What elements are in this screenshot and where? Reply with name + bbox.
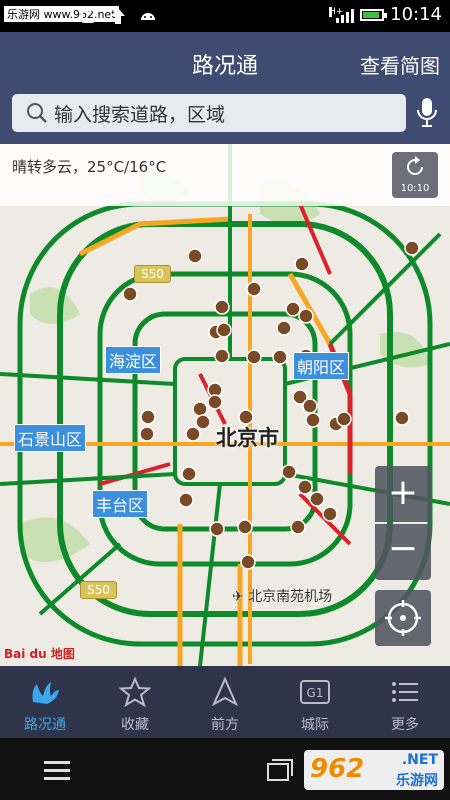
zoom-in-button[interactable]: + [375, 466, 431, 522]
site-watermark: 962 .NET 乐游网 [304, 750, 444, 790]
system-nav-bar: 962 .NET 乐游网 [0, 738, 450, 800]
traffic-hand-icon [32, 682, 59, 704]
watermark-net: .NET [401, 752, 438, 768]
refresh-icon [407, 156, 423, 175]
refresh-time: 10:10 [400, 183, 430, 194]
highway-badge: G1 [307, 686, 324, 700]
arrow-up-icon [211, 676, 239, 707]
recent-apps-icon[interactable] [266, 758, 294, 782]
menu-icon[interactable] [44, 760, 70, 780]
bottom-tab-bar: 路况通 收藏 前方 G1 城际 更多 [0, 666, 450, 738]
map-roads [0, 144, 450, 666]
city-label: 北京市 [216, 426, 279, 450]
tab-ahead[interactable]: 前方 [180, 666, 270, 738]
traffic-map[interactable]: 晴转多云，25°C/16°C 10:10 S50 S50 海淀区 朝阳区 石景山… [0, 144, 450, 666]
road-shield: S50 [134, 265, 171, 283]
clock: 10:14 [390, 4, 442, 25]
app-header: 路况通 查看简图 输入搜索道路，区域 [0, 32, 450, 144]
star-icon [119, 676, 151, 708]
district-label-fengtai[interactable]: 丰台区 [92, 490, 149, 518]
baidu-logo: Bai du 地图 [4, 647, 75, 661]
tab-label: 路况通 [24, 717, 66, 733]
search-input[interactable]: 输入搜索道路，区域 [12, 94, 406, 132]
watermark-logo: 962 [310, 754, 365, 784]
weather-bar: 晴转多云，25°C/16°C 10:10 [0, 144, 450, 206]
tab-label: 城际 [301, 717, 329, 733]
battery-icon [360, 8, 388, 21]
airport-label: ✈ 北京南苑机场 [232, 589, 333, 605]
weather-text: 晴转多云，25°C/16°C [12, 158, 167, 176]
microphone-icon[interactable] [414, 94, 440, 132]
status-bar: 乐游网 www.962.net H+ 10:14 [0, 0, 450, 32]
tab-label: 更多 [391, 717, 419, 733]
tab-label: 前方 [211, 717, 239, 733]
zoom-out-button[interactable]: − [375, 524, 431, 580]
list-icon [392, 682, 418, 702]
usb-icon [81, 9, 95, 23]
search-placeholder: 输入搜索道路，区域 [54, 103, 226, 126]
tab-more[interactable]: 更多 [360, 666, 450, 738]
tab-traffic[interactable]: 路况通 [0, 666, 90, 738]
notification-icons [78, 6, 158, 26]
search-icon [27, 103, 47, 123]
network-type: H+ [329, 6, 344, 17]
android-icon [141, 13, 155, 20]
overview-button[interactable]: 查看简图 [360, 50, 440, 79]
district-label-haidian[interactable]: 海淀区 [105, 346, 162, 374]
refresh-button[interactable]: 10:10 [392, 152, 438, 198]
tab-favorites[interactable]: 收藏 [90, 666, 180, 738]
locate-button[interactable] [375, 590, 431, 646]
watermark-site: 乐游网 [396, 773, 438, 789]
district-label-chaoyang[interactable]: 朝阳区 [293, 352, 350, 380]
tab-intercity[interactable]: G1 城际 [270, 666, 360, 738]
download-icon [111, 8, 125, 24]
signal-icon: H+ [329, 6, 355, 23]
airport-name: 北京南苑机场 [248, 589, 333, 605]
tab-label: 收藏 [121, 717, 149, 733]
road-shield: S50 [80, 581, 117, 599]
highway-g1-icon: G1 [300, 680, 330, 704]
district-label-shijingshan[interactable]: 石景山区 [14, 424, 87, 452]
locate-icon [385, 600, 421, 636]
